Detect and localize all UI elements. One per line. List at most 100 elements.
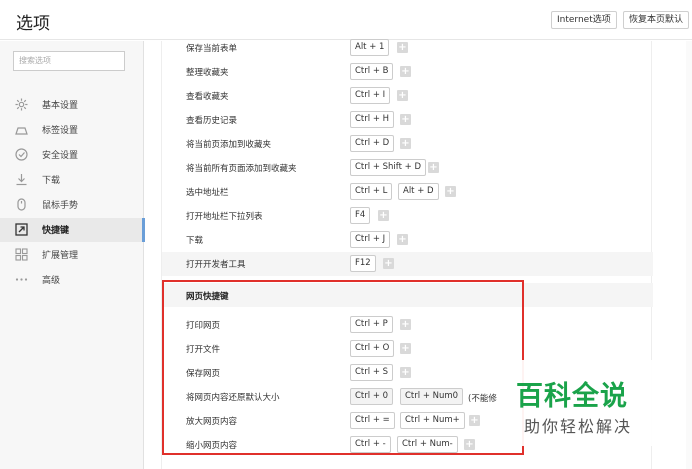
shortcut-name: 打开文件 <box>186 345 221 355</box>
sidebar-item-advanced[interactable]: 高级 <box>0 268 144 292</box>
shortcut-key[interactable]: Ctrl + L <box>350 183 393 200</box>
add-shortcut-icon[interactable]: + <box>445 186 456 197</box>
gear-icon <box>15 98 28 111</box>
shortcut-name: 下载 <box>186 236 204 246</box>
internet-options-button[interactable]: Internet选项 <box>551 11 617 29</box>
non-editable-note: (不能修 <box>468 394 497 404</box>
shortcut-name: 缩小网页内容 <box>186 441 238 451</box>
shortcut-key[interactable]: Ctrl + Num+ <box>400 412 465 429</box>
add-shortcut-icon[interactable]: + <box>464 439 475 450</box>
watermark-logo: 百科全说 <box>516 381 628 412</box>
shortcut-key[interactable]: F4 <box>350 207 371 224</box>
mouse-icon <box>15 198 28 211</box>
section-title: 网页快捷键 <box>186 292 229 302</box>
shortcut-icon <box>15 223 28 236</box>
shortcut-row: 下载 Ctrl + J + <box>162 228 653 252</box>
shortcut-name: 查看历史记录 <box>186 116 238 126</box>
shortcut-key[interactable]: Ctrl + O <box>350 340 395 357</box>
shortcut-name: 打开开发者工具 <box>186 260 246 270</box>
shortcut-row: 打开地址栏下拉列表 F4 + <box>162 204 653 228</box>
sidebar-item-download[interactable]: 下载 <box>0 168 144 192</box>
web-shortcuts-section-header: 网页快捷键 <box>162 283 653 307</box>
shortcut-name: 保存网页 <box>186 369 221 379</box>
sidebar-item-label: 标签设置 <box>42 126 79 136</box>
sidebar-item-label: 安全设置 <box>42 151 79 161</box>
sidebar-item-basic[interactable]: 基本设置 <box>0 93 144 117</box>
scrollbar[interactable] <box>686 41 692 469</box>
shortcut-key[interactable]: Ctrl + - <box>350 436 391 453</box>
shortcut-name: 将当前所有页面添加到收藏夹 <box>186 164 297 174</box>
sidebar-item-label: 鼠标手势 <box>42 201 79 211</box>
shortcut-name: 打开地址栏下拉列表 <box>186 212 263 222</box>
add-shortcut-icon[interactable]: + <box>400 138 411 149</box>
shortcut-name: 将网页内容还原默认大小 <box>186 393 280 403</box>
shortcut-name: 放大网页内容 <box>186 417 238 427</box>
shortcut-key[interactable]: F12 <box>350 255 376 272</box>
more-icon <box>15 273 28 286</box>
add-shortcut-icon[interactable]: + <box>428 162 439 173</box>
shield-check-icon <box>15 148 28 161</box>
reset-defaults-button[interactable]: 恢复本页默认 <box>623 11 690 29</box>
header: 选项 Internet选项 恢复本页默认 <box>0 0 692 40</box>
sidebar-item-extensions[interactable]: 扩展管理 <box>0 243 144 267</box>
add-shortcut-icon[interactable]: + <box>400 343 411 354</box>
sidebar: 搜索选项 基本设置 标签设置 安全设置 下载 鼠标手势 快捷键 扩展管理 高级 <box>0 41 145 469</box>
shortcut-name: 打印网页 <box>186 321 221 331</box>
shortcut-key[interactable]: Ctrl + H <box>350 111 395 128</box>
sidebar-item-tabs[interactable]: 标签设置 <box>0 118 144 142</box>
sidebar-item-label: 高级 <box>42 276 61 286</box>
shortcut-key[interactable]: Alt + 1 <box>350 39 390 56</box>
shortcut-name: 保存当前表单 <box>186 44 238 54</box>
sidebar-item-label: 基本设置 <box>42 101 79 111</box>
sidebar-item-label: 扩展管理 <box>42 251 79 261</box>
shortcut-key[interactable]: Ctrl + P <box>350 316 393 333</box>
search-input[interactable]: 搜索选项 <box>13 51 125 71</box>
shortcut-name: 查看收藏夹 <box>186 92 229 102</box>
shortcut-row: 查看收藏夹 Ctrl + I + <box>162 84 653 108</box>
shortcut-row: 打开开发者工具 F12 + <box>162 252 653 276</box>
add-shortcut-icon[interactable]: + <box>397 90 408 101</box>
sidebar-item-shortcuts[interactable]: 快捷键 <box>0 218 145 242</box>
sidebar-item-label: 下载 <box>42 176 61 186</box>
add-shortcut-icon[interactable]: + <box>397 234 408 245</box>
shortcut-row: 保存当前表单 Alt + 1 + <box>162 36 653 60</box>
shortcut-row: 选中地址栏 Ctrl + L Alt + D + <box>162 180 653 204</box>
sidebar-item-mouse-gestures[interactable]: 鼠标手势 <box>0 193 144 217</box>
shortcut-row: 打开文件 Ctrl + O + <box>162 337 653 361</box>
shortcut-key[interactable]: Ctrl + B <box>350 63 394 80</box>
tab-icon <box>15 123 28 136</box>
shortcut-key: Ctrl + 0 <box>350 388 394 405</box>
add-shortcut-icon[interactable]: + <box>469 415 480 426</box>
shortcut-row: 将当前页添加到收藏夹 Ctrl + D + <box>162 132 653 156</box>
shortcut-key[interactable]: Ctrl + Num- <box>397 436 458 453</box>
shortcut-row: 将当前所有页面添加到收藏夹 Ctrl + Shift + D + <box>162 156 653 180</box>
add-shortcut-icon[interactable]: + <box>378 210 389 221</box>
shortcut-name: 选中地址栏 <box>186 188 229 198</box>
sidebar-item-security[interactable]: 安全设置 <box>0 143 144 167</box>
shortcut-key[interactable]: Ctrl + Shift + D <box>350 159 427 176</box>
add-shortcut-icon[interactable]: + <box>383 258 394 269</box>
shortcut-key: Ctrl + Num0 <box>400 388 464 405</box>
shortcut-key[interactable]: Ctrl + I <box>350 87 391 104</box>
shortcut-row: 整理收藏夹 Ctrl + B + <box>162 60 653 84</box>
shortcut-name: 整理收藏夹 <box>186 68 229 78</box>
shortcut-key[interactable]: Ctrl + J <box>350 231 391 248</box>
shortcut-key[interactable]: Ctrl + = <box>350 412 395 429</box>
shortcut-name: 将当前页添加到收藏夹 <box>186 140 272 150</box>
shortcut-row: 查看历史记录 Ctrl + H + <box>162 108 653 132</box>
add-shortcut-icon[interactable]: + <box>397 42 408 53</box>
add-shortcut-icon[interactable]: + <box>400 114 411 125</box>
download-icon <box>15 173 28 186</box>
shortcut-key[interactable]: Alt + D <box>398 183 439 200</box>
watermark: 百科全说 助你轻松解决 <box>506 360 666 446</box>
watermark-subtitle: 助你轻松解决 <box>524 417 633 436</box>
extensions-icon <box>15 248 28 261</box>
shortcut-key[interactable]: Ctrl + S <box>350 364 394 381</box>
shortcut-row: 打印网页 Ctrl + P + <box>162 313 653 337</box>
shortcut-key[interactable]: Ctrl + D <box>350 135 395 152</box>
sidebar-item-label: 快捷键 <box>42 226 70 236</box>
add-shortcut-icon[interactable]: + <box>400 367 411 378</box>
add-shortcut-icon[interactable]: + <box>400 319 411 330</box>
add-shortcut-icon[interactable]: + <box>400 66 411 77</box>
page-title: 选项 <box>16 14 50 34</box>
